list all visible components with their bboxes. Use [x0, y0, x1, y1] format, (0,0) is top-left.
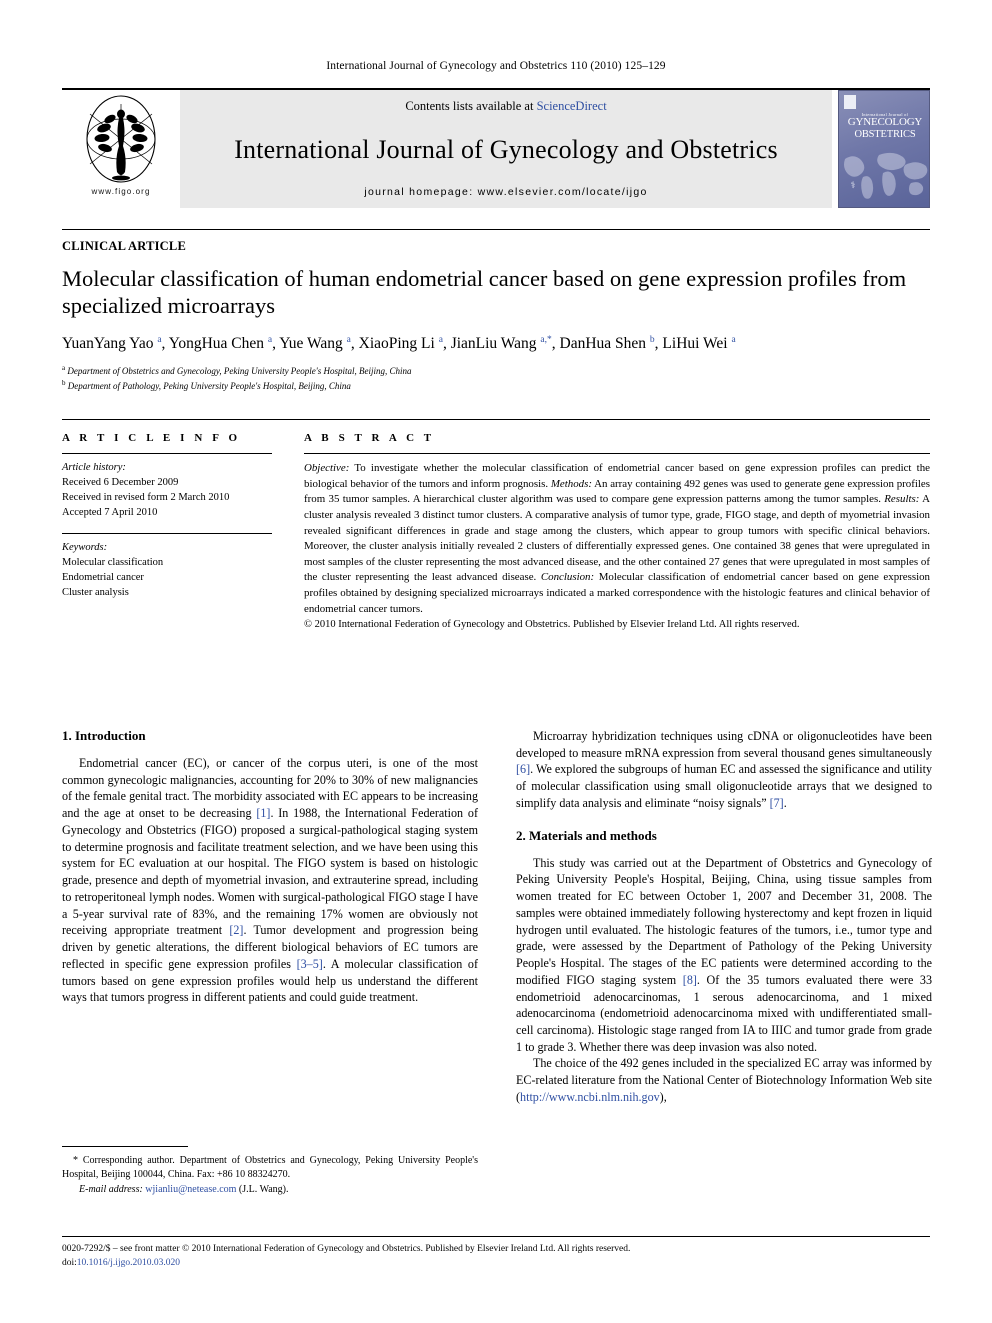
journal-article-page: International Journal of Gynecology and … [0, 0, 992, 1323]
figo-logo: www.figo.org [62, 90, 180, 208]
author-list: YuanYang Yao a, YongHua Chen a, Yue Wang… [62, 334, 736, 353]
keyword-item: Cluster analysis [62, 586, 129, 598]
front-matter-line: 0020-7292/$ – see front matter © 2010 In… [62, 1244, 631, 1254]
citation-7[interactable]: [7] [770, 796, 784, 810]
divider [62, 532, 272, 534]
article-history-label: Article history: [62, 462, 126, 474]
abstract-column: A B S T R A C T Objective: To investigat… [294, 432, 930, 630]
abstract-conclusion-label: Conclusion: [540, 571, 595, 584]
intro-text-b: . In 1988, the International Federation … [62, 806, 478, 938]
right-text-b: . We explored the subgroups of human EC … [516, 762, 932, 810]
history-revised: Received in revised form 2 March 2010 [62, 492, 230, 504]
citation-6[interactable]: [6] [516, 762, 530, 776]
article-history-block: Article history: Received 6 December 200… [62, 461, 272, 521]
email-address-label: E-mail address: [79, 1183, 143, 1195]
cover-line2: GYNECOLOGY [847, 116, 923, 129]
history-accepted: Accepted 7 April 2010 [62, 506, 158, 518]
ncbi-link[interactable]: http://www.ncbi.nlm.nih.gov [520, 1090, 660, 1104]
abstract-results-text: A cluster analysis revealed 3 distinct t… [304, 493, 930, 584]
keyword-item: Endometrial cancer [62, 571, 144, 583]
citation-8[interactable]: [8] [683, 973, 697, 987]
info-abstract-region: A R T I C L E I N F O Article history: R… [62, 419, 930, 630]
methods-paragraph-1: This study was carried out at the Depart… [516, 855, 932, 1056]
affiliation-b: b Department of Pathology, Peking Univer… [62, 379, 351, 392]
methods-paragraph-2: The choice of the 492 genes included in … [516, 1055, 932, 1105]
section-heading-materials-and-methods: 2. Materials and methods [516, 827, 657, 843]
methods-text-a: This study was carried out at the Depart… [516, 855, 932, 987]
section-heading-introduction: 1. Introduction [62, 728, 146, 743]
citation-1[interactable]: [1] [256, 806, 270, 820]
masthead-center: Contents lists available at ScienceDirec… [180, 90, 832, 208]
keyword-item: Molecular classification [62, 556, 164, 568]
doi-line: doi:10.1016/j.ijgo.2010.03.020 [62, 1257, 930, 1271]
email-owner: (J.L. Wang). [238, 1183, 289, 1195]
contents-available-line: Contents lists available at ScienceDirec… [405, 99, 606, 114]
footnote-rule [62, 1146, 188, 1147]
body-column-right: Microarray hybridization techniques usin… [516, 728, 932, 1198]
abstract-heading: A B S T R A C T [304, 432, 435, 445]
footnote-body: Corresponding author. Department of Obst… [62, 1155, 478, 1180]
history-received: Received 6 December 2009 [62, 477, 179, 489]
journal-masthead: www.figo.org Contents lists available at… [62, 88, 930, 208]
affiliation-b-text: Department of Pathology, Peking Universi… [67, 381, 351, 392]
abstract-objective-label: Objective: [304, 462, 350, 475]
affiliation-a-text: Department of Obstetrics and Gynecology,… [67, 366, 412, 377]
methods2-text-b: ), [659, 1089, 667, 1104]
running-head: International Journal of Gynecology and … [326, 60, 666, 72]
publisher-footer: 0020-7292/$ – see front matter © 2010 In… [62, 1236, 930, 1271]
intro-paragraph: Endometrial cancer (EC), or cancer of th… [62, 755, 478, 1006]
article-type-label: CLINICAL ARTICLE [62, 229, 930, 254]
figo-tree-emblem-icon [86, 95, 156, 183]
figo-seal-icon: ⚕ [850, 180, 856, 190]
sciencedirect-link[interactable]: ScienceDirect [537, 99, 607, 113]
abstract-methods-label: Methods: [550, 477, 592, 490]
keywords-block: Keywords: Molecular classification Endom… [62, 541, 272, 601]
article-info-heading: A R T I C L E I N F O [62, 432, 241, 445]
abstract-results-label: Results: [884, 493, 920, 506]
keywords-label: Keywords: [62, 541, 108, 553]
body-column-left: 1. Introduction Endometrial cancer (EC),… [62, 728, 478, 1198]
divider [62, 453, 272, 455]
cover-title: International Journal of GYNECOLOGY OBST… [845, 112, 925, 140]
abstract-text: Objective: To investigate whether the mo… [304, 461, 930, 617]
body-columns: 1. Introduction Endometrial cancer (EC),… [62, 728, 932, 1198]
figo-url[interactable]: www.figo.org [92, 187, 151, 196]
article-info-column: A R T I C L E I N F O Article history: R… [62, 432, 294, 630]
microarray-paragraph: Microarray hybridization techniques usin… [516, 728, 932, 812]
journal-title: International Journal of Gynecology and … [234, 135, 778, 164]
contents-prefix: Contents lists available at [405, 99, 537, 113]
footnote-email-line: E-mail address: wjianliu@netease.com (J.… [62, 1183, 478, 1197]
abstract-copyright: © 2010 International Federation of Gynec… [304, 619, 800, 631]
affiliations: a Department of Obstetrics and Gynecolog… [62, 363, 930, 393]
doi-label: doi: [62, 1257, 77, 1268]
email-link[interactable]: wjianliu@netease.com [145, 1184, 236, 1195]
cover-line3: OBSTETRICS [854, 128, 916, 140]
page-title: Molecular classification of human endome… [62, 266, 907, 319]
citation-3-5[interactable]: [3–5] [297, 957, 323, 971]
doi-link[interactable]: 10.1016/j.ijgo.2010.03.020 [77, 1258, 180, 1268]
elsevier-tree-icon [844, 95, 856, 109]
affiliation-a: a Department of Obstetrics and Gynecolog… [62, 364, 412, 377]
footnote-text: * Corresponding author. Department of Ob… [62, 1154, 478, 1182]
corresponding-author-footnote: * Corresponding author. Department of Ob… [62, 1146, 478, 1196]
journal-homepage-link[interactable]: journal homepage: www.elsevier.com/locat… [364, 186, 647, 198]
right-text-c: . [783, 795, 787, 810]
journal-cover-thumbnail: International Journal of GYNECOLOGY OBST… [838, 90, 930, 208]
right-text-a: Microarray hybridization techniques usin… [516, 729, 932, 760]
citation-2[interactable]: [2] [229, 923, 243, 937]
divider [304, 453, 930, 455]
